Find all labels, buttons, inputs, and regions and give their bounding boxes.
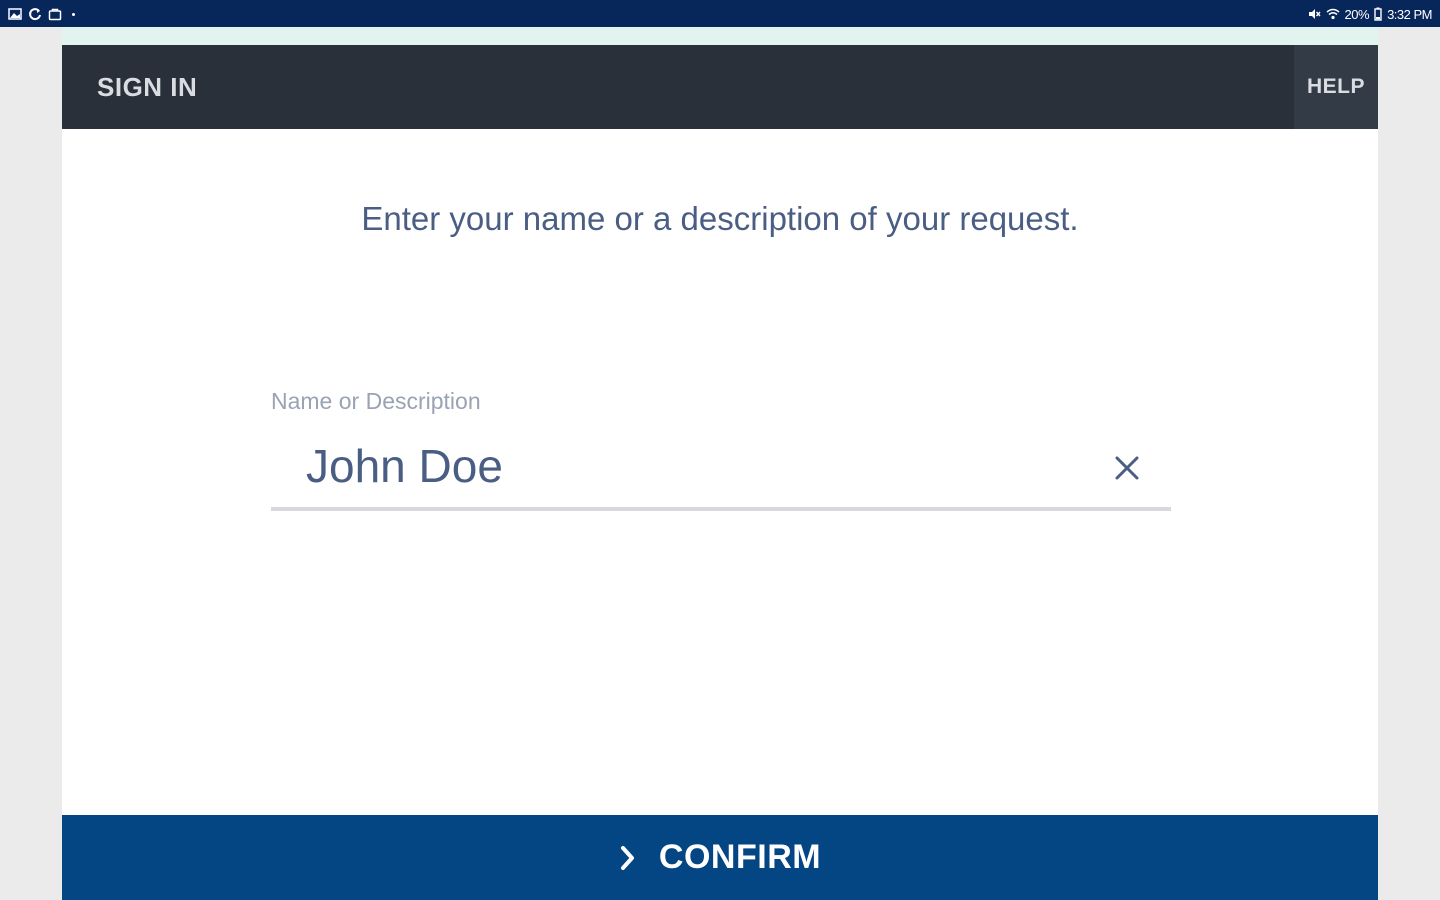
close-icon <box>1114 455 1140 486</box>
name-or-description-input[interactable] <box>271 425 1171 511</box>
status-right-indicators: 20% 3:32 PM <box>1307 5 1432 23</box>
clock: 3:32 PM <box>1387 6 1432 22</box>
name-field-label: Name or Description <box>271 388 481 414</box>
sync-icon <box>28 7 42 21</box>
status-left-icons <box>8 6 75 22</box>
confirm-label: CONFIRM <box>658 838 822 876</box>
page-title: SIGN IN <box>97 72 198 102</box>
help-button[interactable]: HELP <box>1294 45 1378 129</box>
notification-dot <box>72 12 75 16</box>
clear-input-button[interactable] <box>1105 448 1149 492</box>
sign-in-screen: SIGN IN HELP Enter your name or a descri… <box>62 45 1378 900</box>
status-bar: 20% 3:32 PM <box>0 0 1440 27</box>
accent-strip <box>62 27 1378 45</box>
mute-icon <box>1307 7 1321 21</box>
header-bar: SIGN IN HELP <box>62 45 1378 129</box>
bag-icon <box>48 7 62 21</box>
battery-percent: 20% <box>1344 6 1370 22</box>
instruction-text: Enter your name or a description of your… <box>361 200 1079 237</box>
wifi-icon <box>1326 7 1340 21</box>
gallery-icon <box>8 7 22 21</box>
chevron-right-icon <box>619 844 637 872</box>
battery-icon <box>1374 7 1382 21</box>
confirm-button[interactable]: CONFIRM <box>62 815 1378 900</box>
